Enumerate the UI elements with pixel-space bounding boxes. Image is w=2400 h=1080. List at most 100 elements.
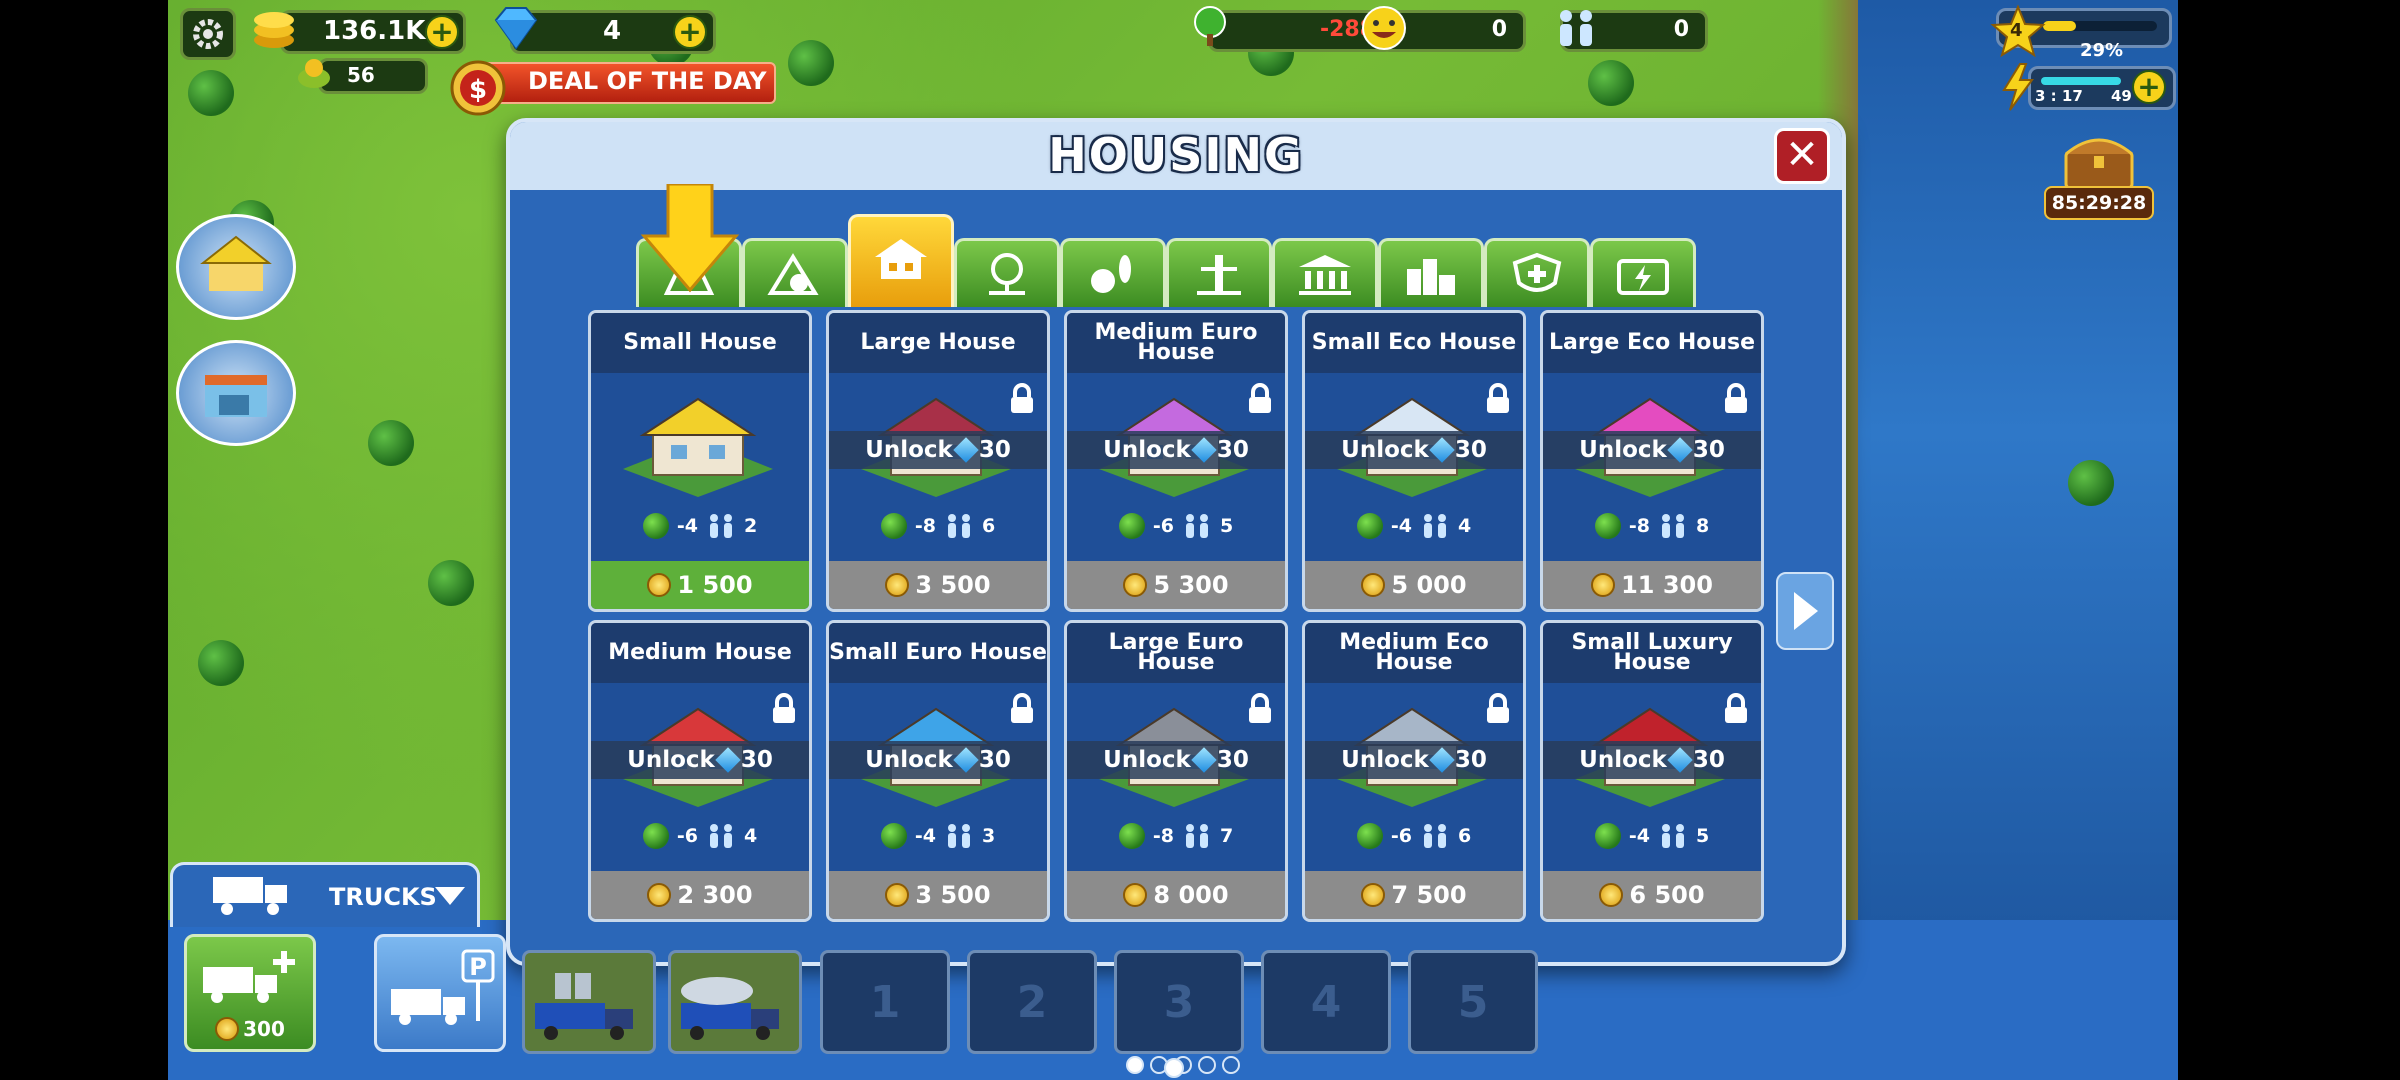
battery-icon: [1617, 259, 1669, 295]
buy-price-button[interactable]: 5 000: [1305, 561, 1523, 609]
tree-icon: [880, 513, 907, 539]
buy-price-button[interactable]: 8 000: [1067, 871, 1285, 919]
buy-truck-button[interactable]: 300: [184, 934, 316, 1052]
unlock-button[interactable]: Unlock 30: [1543, 741, 1761, 779]
coin-icon: [885, 573, 910, 597]
bank-icon: [1299, 255, 1351, 295]
factory-icon: [1407, 259, 1455, 295]
add-coins-button[interactable]: +: [425, 15, 459, 49]
gem-icon: [1191, 437, 1217, 463]
chevron-right-icon: [1794, 592, 1818, 630]
housing-shortcut-button[interactable]: [176, 214, 296, 320]
lock-icon: [1725, 383, 1747, 413]
rocket-icon: [1197, 255, 1241, 295]
next-page-button[interactable]: [1776, 572, 1834, 650]
building-card[interactable]: Small Luxury House Unlock 30 -4 5 6 500: [1540, 620, 1764, 922]
people-icon: [1661, 514, 1684, 538]
truck-card-tanker[interactable]: [668, 950, 802, 1054]
people-icon: [1185, 514, 1208, 538]
building-image: [623, 397, 773, 497]
building-card[interactable]: Small Eco House Unlock 30 -4 4 5 000: [1302, 310, 1526, 612]
buy-price-button[interactable]: 5 300: [1067, 561, 1285, 609]
truck-card-milk[interactable]: [522, 950, 656, 1054]
building-card[interactable]: Small Euro House Unlock 30 -4 3 3 500: [826, 620, 1050, 922]
deal-of-the-day-button[interactable]: $ DEAL OF THE DAY: [448, 58, 776, 116]
people-icon: [1423, 824, 1446, 848]
buy-price-button[interactable]: 6 500: [1543, 871, 1761, 919]
buy-price-button[interactable]: 2 300: [591, 871, 809, 919]
building-title: Small Luxury House: [1543, 623, 1761, 683]
unlock-button[interactable]: Unlock 30: [829, 431, 1047, 469]
population-capacity: 4: [743, 825, 758, 847]
unlock-button[interactable]: Unlock 30: [829, 741, 1047, 779]
truck-slot[interactable]: 1: [820, 950, 950, 1054]
add-energy-button[interactable]: +: [2132, 70, 2166, 104]
bottom-page-indicator[interactable]: [1164, 1058, 1184, 1078]
svg-text:$: $: [469, 75, 487, 105]
settings-button[interactable]: [180, 8, 236, 60]
building-card[interactable]: Medium Euro House Unlock 30 -6 5 5 300: [1064, 310, 1288, 612]
unlock-cost: 30: [1692, 747, 1725, 773]
map-tree: [368, 420, 414, 466]
map-tree: [188, 70, 234, 116]
level-star-icon: 4: [1990, 4, 2046, 60]
tab-parks[interactable]: [954, 238, 1060, 307]
building-card[interactable]: Medium House Unlock 30 -6 4 2 300: [588, 620, 812, 922]
population-capacity: 4: [1457, 515, 1472, 537]
population-capacity: 6: [1457, 825, 1472, 847]
buy-price-button[interactable]: 1 500: [591, 561, 809, 609]
page-dot[interactable]: [1126, 1056, 1144, 1074]
building-card[interactable]: Medium Eco House Unlock 30 -6 6 7 500: [1302, 620, 1526, 922]
add-truck-icon: [203, 951, 295, 1003]
energy-timer: 3 : 17: [2035, 87, 2083, 105]
truck-slot[interactable]: 5: [1408, 950, 1538, 1054]
parking-truck-icon: P: [391, 949, 495, 1025]
housing-dialog: HOUSING ✕ Small House -4 2 1 500 Large House…: [506, 118, 1846, 1074]
close-button[interactable]: ✕: [1774, 128, 1830, 184]
shield-icon: [1512, 252, 1562, 292]
truck-icon: [213, 877, 287, 915]
page-dot[interactable]: [1198, 1056, 1216, 1074]
unlock-label: Unlock: [1103, 747, 1191, 773]
unlock-button[interactable]: Unlock 30: [1543, 431, 1761, 469]
tab-health[interactable]: [1484, 238, 1590, 307]
buy-price-button[interactable]: 7 500: [1305, 871, 1523, 919]
buy-price-button[interactable]: 3 500: [829, 561, 1047, 609]
tab-factories[interactable]: [1378, 238, 1484, 307]
unlock-button[interactable]: Unlock 30: [1067, 431, 1285, 469]
unlock-label: Unlock: [865, 437, 953, 463]
truck-slot[interactable]: 2: [967, 950, 1097, 1054]
unlock-button[interactable]: Unlock 30: [1305, 741, 1523, 779]
map-tree: [2068, 460, 2114, 506]
unlock-button[interactable]: Unlock 30: [1067, 741, 1285, 779]
coin-icon: [215, 1017, 240, 1041]
truck-slot[interactable]: 3: [1114, 950, 1244, 1054]
trucks-tab[interactable]: TRUCKS: [170, 862, 480, 927]
tab-housing[interactable]: [848, 214, 954, 307]
unlock-button[interactable]: Unlock 30: [1305, 431, 1523, 469]
buy-price-button[interactable]: 11 300: [1543, 561, 1761, 609]
tree-icon: [1118, 513, 1145, 539]
shop-shortcut-button[interactable]: [176, 340, 296, 446]
unlock-button[interactable]: Unlock 30: [591, 741, 809, 779]
building-card[interactable]: Large House Unlock 30 -8 6 3 500: [826, 310, 1050, 612]
building-card[interactable]: Small House -4 2 1 500: [588, 310, 812, 612]
page-dot[interactable]: [1222, 1056, 1240, 1074]
treasure-chest-button[interactable]: 85:29:28: [2044, 132, 2154, 224]
unlock-label: Unlock: [1579, 747, 1667, 773]
tab-energy[interactable]: [1590, 238, 1696, 307]
parking-button[interactable]: P: [374, 934, 506, 1052]
tab-government[interactable]: [1272, 238, 1378, 307]
tab-entertainment[interactable]: [1060, 238, 1166, 307]
tab-industry[interactable]: [1166, 238, 1272, 307]
eco-impact: -4: [914, 825, 936, 847]
truck-slot[interactable]: 4: [1261, 950, 1391, 1054]
coins-value: 136.1K: [323, 16, 426, 46]
building-card[interactable]: Large Eco House Unlock 30 -8 8 11 300: [1540, 310, 1764, 612]
unlock-cost: 30: [740, 747, 773, 773]
unlock-label: Unlock: [627, 747, 715, 773]
building-card[interactable]: Large Euro House Unlock 30 -8 7 8 000: [1064, 620, 1288, 922]
add-gems-button[interactable]: +: [673, 15, 707, 49]
buy-price-button[interactable]: 3 500: [829, 871, 1047, 919]
tab-services[interactable]: [742, 238, 848, 307]
